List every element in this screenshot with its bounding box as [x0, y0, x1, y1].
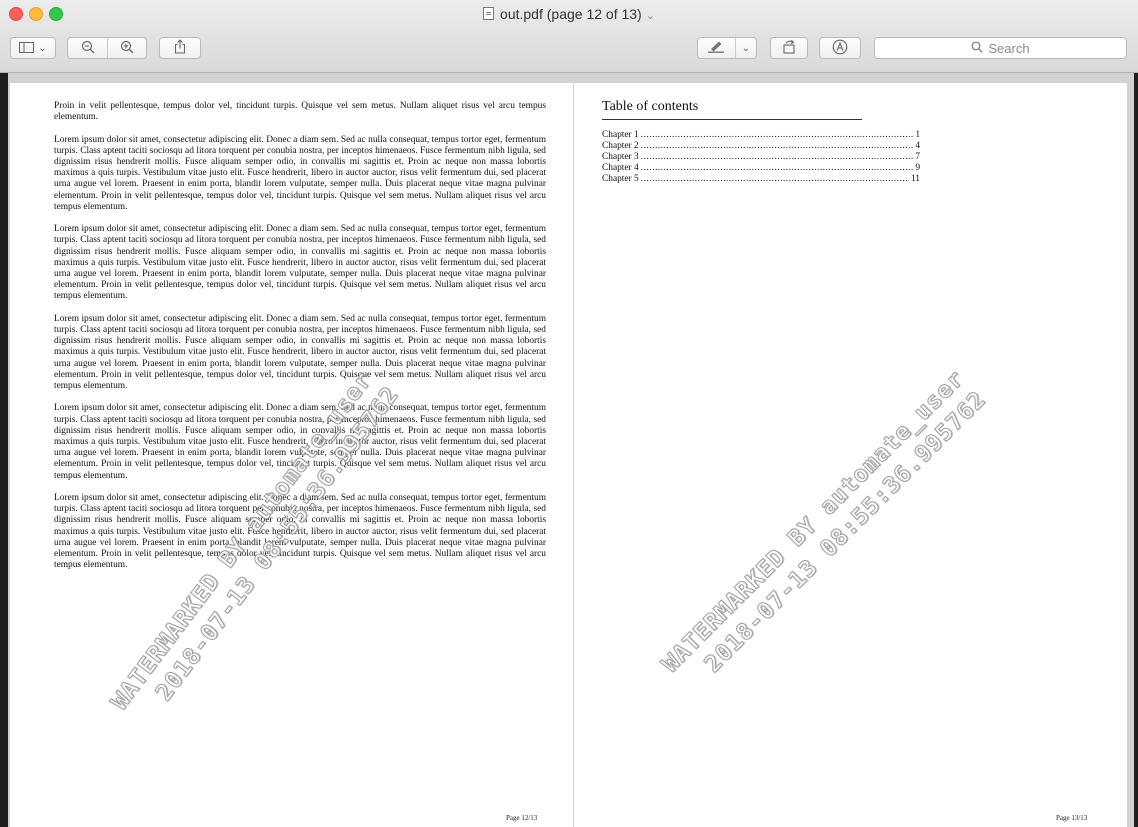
paragraph: Lorem ipsum dolor sit amet, consectetur … [54, 224, 546, 302]
toc-leader [641, 152, 914, 163]
toc-entry-page: 7 [915, 152, 920, 162]
toc-entry-page: 9 [915, 163, 920, 173]
toc-leader [641, 130, 914, 141]
page-number: Page 12/13 [506, 814, 538, 822]
chevron-down-icon: ⌄ [38, 42, 47, 54]
document-icon [483, 7, 495, 20]
window-left-edge [0, 73, 8, 827]
toc-title: Table of contents [602, 99, 862, 120]
document-view[interactable]: Proin in velit pellentesque, tempus dolo… [0, 73, 1138, 827]
toc-entry-page: 4 [915, 141, 920, 151]
search-placeholder: Search [988, 40, 1030, 56]
toc-entry-label: Chapter 5 [602, 174, 639, 184]
share-button[interactable] [159, 37, 201, 59]
highlight-pen-icon [707, 40, 725, 56]
toc-entry-page: 1 [915, 130, 920, 140]
chevron-down-icon: ⌄ [741, 42, 751, 54]
highlight-options-button[interactable]: ⌄ [736, 38, 756, 58]
toc-entry[interactable]: Chapter 1 1 [602, 130, 920, 141]
watermark: WATERMARKED BY automate_user 2018-07-13 … [656, 364, 993, 701]
window-title[interactable]: out.pdf (page 12 of 13) ⌄ [0, 6, 1138, 22]
toc-leader [641, 163, 914, 174]
sidebar-view-button[interactable]: ⌄ [10, 37, 56, 59]
toc-entry[interactable]: Chapter 2 4 [602, 141, 920, 152]
window-title-text: out.pdf (page 12 of 13) [500, 6, 642, 22]
page-number: Page 13/13 [1056, 814, 1088, 822]
toc-entry-label: Chapter 3 [602, 152, 639, 162]
watermark-line-2: 2018-07-13 08:55:36.995762 [699, 386, 992, 678]
paragraph: Proin in velit pellentesque, tempus dolo… [54, 101, 546, 123]
toc-entry-label: Chapter 4 [602, 163, 639, 173]
toc-entry[interactable]: Chapter 3 7 [602, 152, 920, 163]
zoom-in-button[interactable] [108, 38, 146, 58]
markup-icon [832, 39, 848, 58]
paragraph: Lorem ipsum dolor sit amet, consectetur … [54, 134, 546, 212]
watermark-line-1: WATERMARKED BY automate_user [657, 365, 970, 678]
title-bar: out.pdf (page 12 of 13) ⌄ ⌄ ⌄ Search [0, 0, 1138, 73]
markup-toolbar-button[interactable] [819, 37, 861, 59]
zoom-out-button[interactable] [68, 38, 107, 58]
toc-entry[interactable]: Chapter 4 9 [602, 163, 920, 174]
highlight-button[interactable] [698, 38, 735, 58]
zoom-control [67, 37, 147, 59]
table-of-contents: Table of contents Chapter 11 Chapter 24 … [602, 99, 920, 185]
zoom-out-icon [81, 40, 95, 57]
paragraph: Lorem ipsum dolor sit amet, consectetur … [54, 493, 546, 571]
page-body-text: Proin in velit pellentesque, tempus dolo… [54, 101, 546, 583]
sidebar-icon [19, 41, 35, 56]
search-field[interactable]: Search [874, 37, 1127, 59]
toc-entry-page: 11 [910, 174, 920, 184]
rotate-icon [781, 39, 797, 57]
toc-leader [641, 174, 909, 185]
chevron-down-icon: ⌄ [645, 10, 655, 22]
share-icon [174, 39, 186, 57]
zoom-in-icon [120, 40, 134, 57]
toc-leader [641, 141, 914, 152]
rotate-button[interactable] [770, 37, 808, 59]
highlight-control: ⌄ [697, 37, 757, 59]
preview-window: out.pdf (page 12 of 13) ⌄ ⌄ ⌄ Search Pro… [0, 0, 1138, 827]
window-right-edge [1134, 73, 1138, 827]
pdf-page-13: Table of contents Chapter 11 Chapter 24 … [574, 83, 1127, 827]
toc-entry-label: Chapter 1 [602, 130, 639, 140]
toc-entry-label: Chapter 2 [602, 141, 639, 151]
paragraph: Lorem ipsum dolor sit amet, consectetur … [54, 403, 546, 481]
toc-entry[interactable]: Chapter 5 11 [602, 174, 920, 185]
search-icon [971, 41, 984, 56]
pdf-page-12: Proin in velit pellentesque, tempus dolo… [10, 83, 573, 827]
paragraph: Lorem ipsum dolor sit amet, consectetur … [54, 313, 546, 392]
